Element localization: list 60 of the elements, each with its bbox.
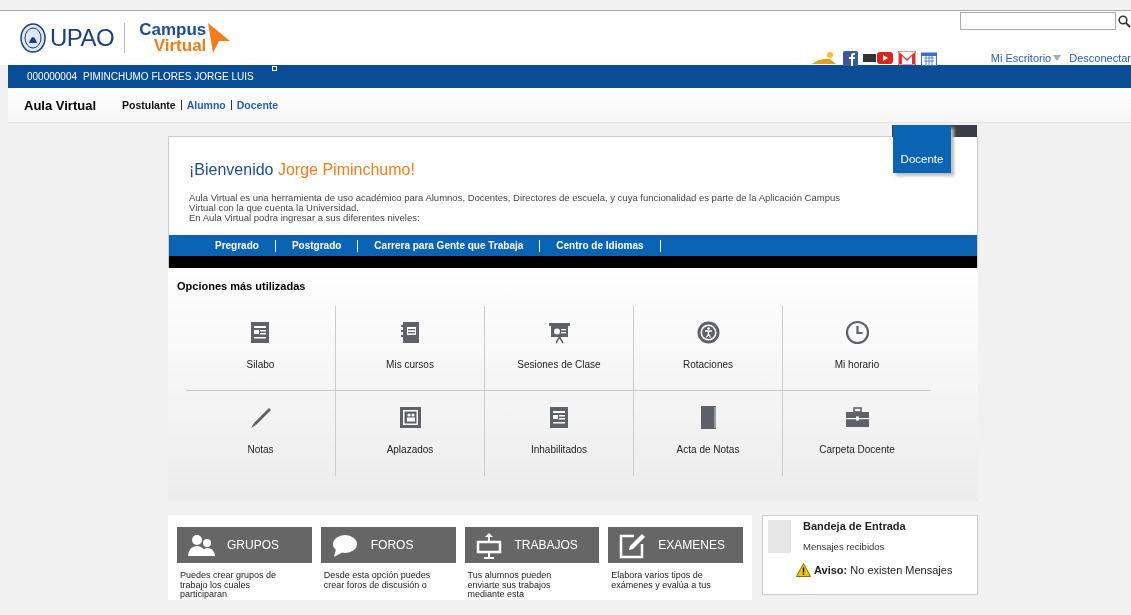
inbox-subtitle: Mensajes recibidos xyxy=(803,541,886,552)
calendar-icon[interactable] xyxy=(920,50,937,66)
role-link[interactable]: Docente xyxy=(236,99,279,111)
warning-icon xyxy=(796,563,811,577)
feature-description: Puedes crear grupos de trabajo los cuales participaran xyxy=(179,569,278,600)
frame-icon xyxy=(397,405,423,430)
cursor-arrow-icon xyxy=(206,23,231,53)
inbox-notice: Aviso: No existen Mensajes xyxy=(814,564,953,576)
option-tile[interactable]: Carpeta Docente xyxy=(782,391,931,476)
feature-description: Desde esta opción puedes crear foros de discusión o xyxy=(322,569,432,590)
level-link[interactable]: Centro de Idiomas xyxy=(540,240,660,251)
easel-icon xyxy=(546,320,572,345)
pen-icon xyxy=(248,405,273,430)
briefcase-icon xyxy=(844,405,870,430)
person-icon xyxy=(695,320,721,345)
welcome-greeting: ¡Bienvenido xyxy=(189,161,274,178)
feature-description: Tus alumnos pueden enviarte sus trabajos mediante esta xyxy=(466,569,553,600)
role-tab[interactable]: Docente xyxy=(893,125,951,173)
feature-description: Elabora varios tipos de exámenes y evalúa a tus xyxy=(610,569,712,590)
section-title: Aula Virtual xyxy=(24,97,96,113)
level-link[interactable]: Postgrado xyxy=(275,240,358,251)
search-icon[interactable] xyxy=(1118,14,1131,28)
option-tile[interactable]: Acta de Notas xyxy=(633,391,782,476)
header-link[interactable]: Desconectar xyxy=(1069,52,1131,64)
inbox-title: Bandeja de Entrada xyxy=(803,520,906,532)
role-link[interactable]: Alumno xyxy=(186,99,226,111)
role-link[interactable]: Postulante xyxy=(122,99,176,111)
option-tile[interactable]: Aplazados xyxy=(335,391,484,476)
option-tile[interactable]: Mis cursos xyxy=(335,306,484,391)
brand-title: Campus xyxy=(139,22,207,38)
option-tile[interactable]: Sesiones de Clase xyxy=(484,306,633,391)
option-tile[interactable]: Mi horario xyxy=(782,306,931,391)
facebook-icon[interactable] xyxy=(842,50,858,66)
feature-button[interactable]: GRUPOS xyxy=(177,527,312,563)
search-field[interactable] xyxy=(960,12,1116,30)
option-tile[interactable]: Rotaciones xyxy=(633,306,782,391)
welcome-description: Aula Virtual es una herramienta de uso académico para Alumnos, Docentes, Directores de escuela, y cuya funcionalidad es parte de la Aplicación Campus Virtual con la que cuenta la Universidad. xyxy=(189,193,841,213)
level-link[interactable]: Pregrado xyxy=(199,240,275,251)
avatar-placeholder xyxy=(768,520,791,553)
edit-icon xyxy=(618,531,647,559)
option-tile[interactable]: Notas xyxy=(186,391,335,476)
option-tile[interactable]: Silabo xyxy=(186,306,335,391)
user-greeting-name: Jorge Piminchumo! xyxy=(277,161,415,178)
user-name: PIMINCHUMO FLORES JORGE LUIS xyxy=(83,71,254,82)
university-seal-icon xyxy=(20,23,46,53)
feature-button[interactable]: FOROS xyxy=(320,527,456,563)
mail-icon[interactable] xyxy=(897,51,916,65)
university-logo-text: UPAO xyxy=(50,24,115,52)
upload-icon xyxy=(474,531,503,559)
brand-subtitle: Virtual xyxy=(153,38,207,54)
clock-icon xyxy=(844,320,870,345)
video-logo-icon[interactable] xyxy=(862,51,893,65)
header-link[interactable]: Mi Escritorio xyxy=(990,52,1062,64)
option-tile[interactable]: Inhabilitados xyxy=(484,391,633,476)
welcome-prompt: En Aula Virtual podra ingresar a sus diferentes niveles: xyxy=(189,213,421,223)
feature-button[interactable]: EXAMENES xyxy=(608,527,743,563)
feature-button[interactable]: TRABAJOS xyxy=(464,527,600,563)
level-link[interactable]: Carrera para Gente que Trabaja xyxy=(358,240,540,251)
options-title: Opciones más utilizadas xyxy=(177,280,307,292)
user-code: 000000004 xyxy=(27,71,78,82)
